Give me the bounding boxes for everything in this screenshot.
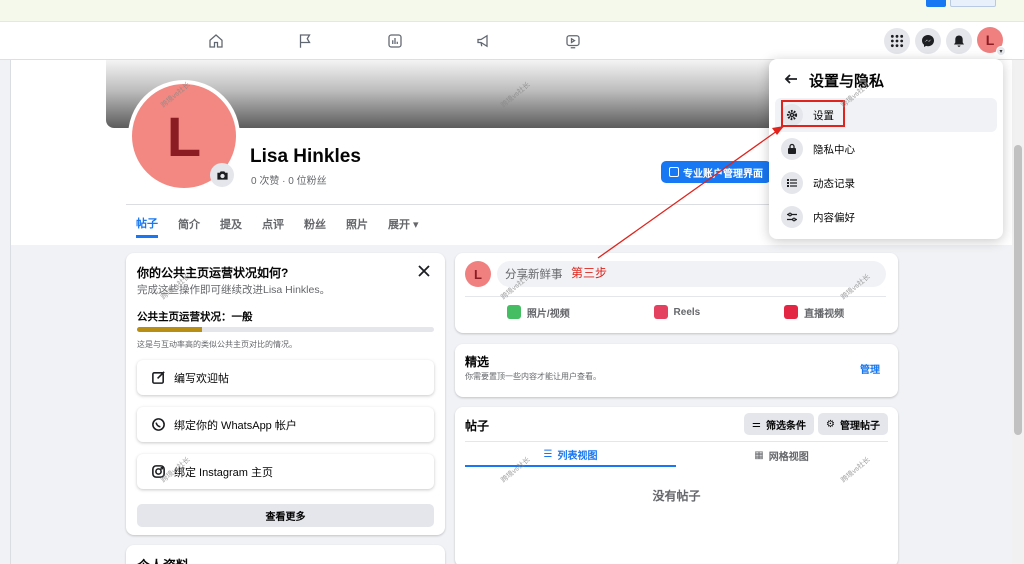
posts-divider bbox=[465, 441, 888, 442]
manage-posts-button[interactable]: ⚙ 管理帖子 bbox=[818, 413, 888, 435]
menu-item-activity-log-label: 动态记录 bbox=[813, 177, 855, 190]
home-icon[interactable] bbox=[205, 30, 227, 52]
tab-posts[interactable]: 帖子 bbox=[136, 210, 158, 238]
tab-followers[interactable]: 粉丝 bbox=[304, 210, 326, 238]
menu-item-privacy-center[interactable]: 隐私中心 bbox=[775, 132, 997, 166]
filter-button[interactable]: ⚌ 筛选条件 bbox=[744, 413, 814, 435]
health-note: 这是与互动率高的类似公共主页对比的情况。 bbox=[137, 340, 297, 349]
whatsapp-icon bbox=[152, 418, 165, 431]
composer-card: L 分享新鲜事 照片/视频 Reels 直播视频 bbox=[455, 253, 898, 333]
featured-manage-link[interactable]: 管理 bbox=[860, 361, 880, 376]
photo-video-label: 照片/视频 bbox=[526, 308, 570, 320]
photo-icon bbox=[506, 305, 521, 319]
composer-media-row: 照片/视频 Reels 直播视频 bbox=[465, 302, 886, 322]
live-icon bbox=[784, 305, 799, 319]
camera-icon[interactable] bbox=[210, 163, 234, 187]
featured-card: 精选 你需要置顶一些内容才能让用户查看。 管理 bbox=[455, 344, 898, 397]
edit-icon bbox=[152, 371, 165, 384]
composer-avatar: L bbox=[465, 261, 491, 287]
connect-whatsapp-label: 绑定你的 WhatsApp 帐户 bbox=[174, 419, 297, 432]
messenger-icon[interactable] bbox=[915, 28, 941, 54]
connect-whatsapp-button[interactable]: 绑定你的 WhatsApp 帐户 bbox=[137, 407, 434, 442]
top-navigation-bar: L ▾ bbox=[0, 22, 1024, 60]
posts-title: 帖子 bbox=[465, 419, 490, 433]
write-welcome-post-label: 编写欢迎帖 bbox=[174, 372, 229, 385]
browser-top-strip bbox=[0, 0, 1024, 22]
menu-item-content-preferences[interactable]: 内容偏好 bbox=[775, 200, 997, 234]
tab-list-view[interactable]: ☰ 列表视图 bbox=[465, 443, 676, 467]
reels-label: Reels bbox=[673, 306, 701, 318]
filter-icon: ⚌ bbox=[752, 418, 761, 430]
list-view-label: 列表视图 bbox=[557, 450, 598, 462]
manage-posts-label: 管理帖子 bbox=[839, 420, 880, 432]
health-title: 你的公共主页运营状况如何? bbox=[137, 266, 289, 280]
professional-dashboard-button[interactable]: 专业账户管理界面 bbox=[661, 161, 771, 183]
composer-avatar-letter: L bbox=[474, 266, 482, 282]
connect-instagram-label: 绑定 Instagram 主页 bbox=[174, 466, 274, 479]
menu-item-privacy-center-label: 隐私中心 bbox=[813, 143, 855, 156]
profile-stats: 0 次赞 · 0 位粉丝 bbox=[251, 176, 327, 187]
menu-title: 设置与隐私 bbox=[809, 73, 885, 90]
live-video-label: 直播视频 bbox=[804, 308, 845, 320]
profile-avatar-letter: L bbox=[166, 104, 202, 168]
health-progress-fill bbox=[137, 327, 203, 332]
extension-button-2[interactable] bbox=[950, 0, 996, 7]
list-icon bbox=[781, 172, 803, 194]
page-title: Lisa Hinkles bbox=[250, 146, 361, 167]
menu-item-activity-log[interactable]: 动态记录 bbox=[775, 166, 997, 200]
grid-view-label: 网格视图 bbox=[768, 451, 809, 463]
tab-reviews[interactable]: 点评 bbox=[262, 210, 284, 238]
insights-icon[interactable] bbox=[384, 30, 406, 52]
composer-input[interactable]: 分享新鲜事 bbox=[497, 261, 886, 287]
annotation-step-label: 第三步 bbox=[571, 266, 608, 280]
tab-photos[interactable]: 照片 bbox=[346, 210, 368, 238]
photo-video-button[interactable]: 照片/视频 bbox=[506, 305, 570, 320]
tab-about[interactable]: 简介 bbox=[178, 210, 200, 238]
health-progress-bar bbox=[137, 327, 434, 332]
lock-icon bbox=[781, 138, 803, 160]
write-welcome-post-button[interactable]: 编写欢迎帖 bbox=[137, 360, 434, 395]
flag-icon[interactable] bbox=[294, 30, 316, 52]
menu-grid-icon[interactable] bbox=[884, 28, 910, 54]
filter-label: 筛选条件 bbox=[765, 420, 806, 432]
scrollbar-thumb[interactable] bbox=[1014, 145, 1022, 435]
back-arrow-icon[interactable] bbox=[783, 71, 799, 87]
tab-more[interactable]: 展开 ▾ bbox=[388, 210, 419, 238]
megaphone-icon[interactable] bbox=[473, 30, 495, 52]
reels-button[interactable]: Reels bbox=[653, 305, 701, 319]
settings-privacy-menu: 设置与隐私 设置 隐私中心 动态记录 内容偏好 bbox=[769, 59, 1003, 239]
chevron-down-icon: ▾ bbox=[996, 46, 1006, 56]
sliders-icon bbox=[781, 206, 803, 228]
tab-mentions[interactable]: 提及 bbox=[220, 210, 242, 238]
account-avatar[interactable]: L ▾ bbox=[977, 27, 1006, 56]
reels-icon bbox=[653, 305, 668, 319]
list-icon: ☰ bbox=[543, 448, 553, 460]
page-health-card: 你的公共主页运营状况如何? 完成这些操作即可继续改进Lisa Hinkles。 … bbox=[126, 253, 445, 535]
account-avatar-letter: L bbox=[985, 32, 995, 48]
annotation-highlight-box bbox=[781, 100, 845, 127]
health-status-label: 公共主页运营状况：一般 bbox=[137, 311, 253, 323]
composer-divider bbox=[465, 296, 886, 297]
bell-icon[interactable] bbox=[946, 28, 972, 54]
extension-button[interactable] bbox=[926, 0, 946, 7]
featured-subtitle: 你需要置顶一些内容才能让用户查看。 bbox=[465, 372, 601, 381]
professional-dashboard-label: 专业账户管理界面 bbox=[683, 168, 763, 180]
live-video-button[interactable]: 直播视频 bbox=[784, 305, 844, 320]
profile-tabs: 帖子 简介 提及 点评 粉丝 照片 展开 ▾ bbox=[136, 210, 419, 240]
close-icon[interactable] bbox=[416, 263, 432, 279]
personal-info-heading: 个人资料 bbox=[137, 555, 189, 564]
gear-icon: ⚙ bbox=[826, 418, 835, 430]
featured-title: 精选 bbox=[465, 355, 490, 369]
personal-info-card: 个人资料 bbox=[126, 545, 445, 564]
see-more-button[interactable]: 查看更多 bbox=[137, 504, 434, 527]
video-icon[interactable] bbox=[562, 30, 584, 52]
dashboard-icon bbox=[669, 167, 679, 177]
grid-icon: ▦ bbox=[754, 449, 764, 461]
no-posts-message: 没有帖子 bbox=[652, 489, 701, 503]
menu-item-content-preferences-label: 内容偏好 bbox=[813, 211, 855, 224]
posts-card: 帖子 ⚌ 筛选条件 ⚙ 管理帖子 ☰ 列表视图 ▦ 网格视图 没有帖子 bbox=[455, 407, 898, 564]
